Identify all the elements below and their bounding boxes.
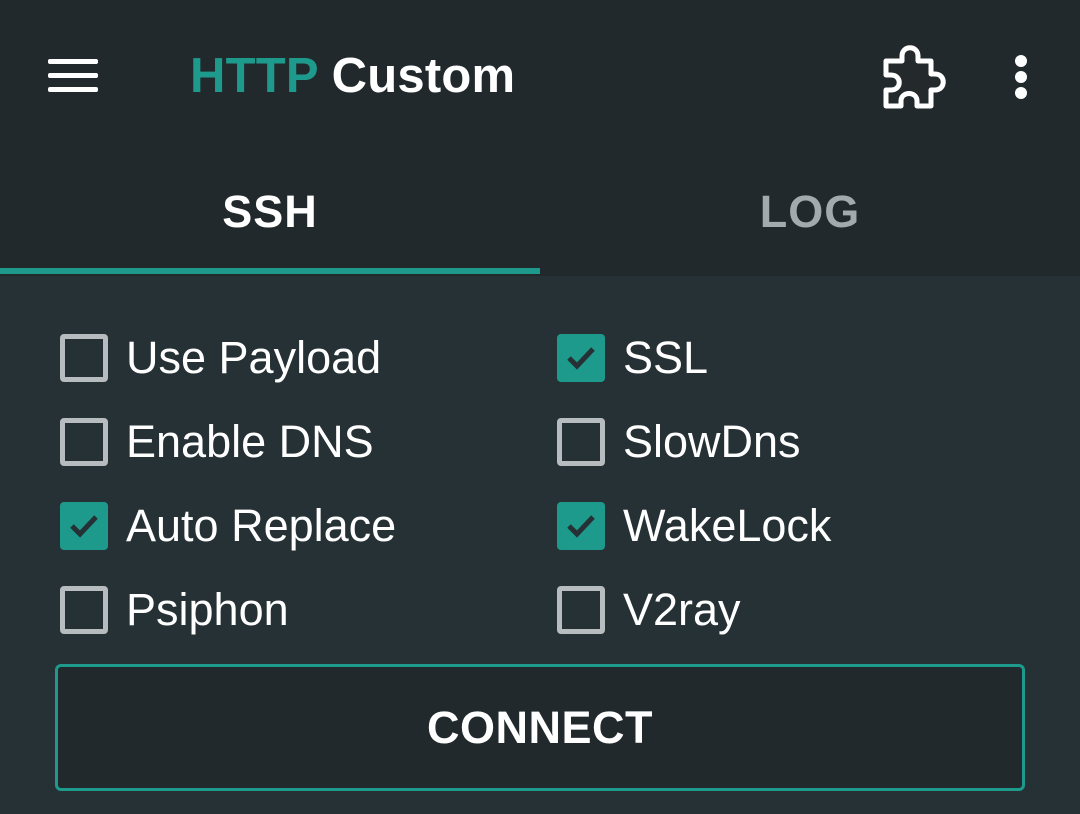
connect-button[interactable]: CONNECT bbox=[55, 664, 1025, 791]
psiphon-checkbox[interactable] bbox=[60, 586, 108, 634]
option-label: V2ray bbox=[623, 584, 741, 635]
option-label: Psiphon bbox=[126, 584, 289, 635]
option-label: Enable DNS bbox=[126, 416, 374, 467]
more-vert-icon-dot bbox=[1015, 71, 1027, 83]
check-icon bbox=[567, 515, 595, 538]
more-vert-icon-dot bbox=[1015, 87, 1027, 99]
tab-ssh[interactable]: SSH bbox=[0, 150, 540, 276]
option-auto-replace[interactable]: Auto Replace bbox=[60, 496, 396, 556]
ssl-checkbox[interactable] bbox=[557, 334, 605, 382]
option-slowdns[interactable]: SlowDns bbox=[557, 412, 801, 472]
hamburger-icon-line bbox=[48, 87, 98, 92]
menu-button[interactable] bbox=[36, 44, 112, 106]
more-vert-icon-dot bbox=[1015, 55, 1027, 67]
option-use-payload[interactable]: Use Payload bbox=[60, 328, 381, 388]
more-options-button[interactable] bbox=[994, 44, 1050, 110]
app-title-rest: Custom bbox=[317, 49, 516, 103]
app-title: HTTP Custom bbox=[190, 45, 515, 107]
check-icon bbox=[70, 515, 98, 538]
slowdns-checkbox[interactable] bbox=[557, 418, 605, 466]
tab-bar: SSH LOG bbox=[0, 150, 1080, 276]
v2ray-checkbox[interactable] bbox=[557, 586, 605, 634]
extensions-button[interactable] bbox=[872, 42, 948, 114]
check-icon bbox=[567, 347, 595, 370]
option-label: Use Payload bbox=[126, 332, 382, 383]
option-label: SlowDns bbox=[623, 416, 801, 467]
hamburger-icon-line bbox=[48, 59, 98, 64]
app-bar: HTTP Custom bbox=[0, 0, 1080, 150]
wakelock-checkbox[interactable] bbox=[557, 502, 605, 550]
option-wakelock[interactable]: WakeLock bbox=[557, 496, 831, 556]
option-label: SSL bbox=[623, 332, 709, 383]
enable-dns-checkbox[interactable] bbox=[60, 418, 108, 466]
option-psiphon[interactable]: Psiphon bbox=[60, 580, 289, 640]
tab-indicator bbox=[0, 268, 540, 274]
option-label: Auto Replace bbox=[126, 500, 397, 551]
auto-replace-checkbox[interactable] bbox=[60, 502, 108, 550]
hamburger-icon-line bbox=[48, 73, 98, 78]
option-enable-dns[interactable]: Enable DNS bbox=[60, 412, 374, 472]
option-ssl[interactable]: SSL bbox=[557, 328, 708, 388]
option-label: WakeLock bbox=[623, 500, 832, 551]
app-title-accent: HTTP bbox=[190, 49, 318, 103]
use-payload-checkbox[interactable] bbox=[60, 334, 108, 382]
option-v2ray[interactable]: V2ray bbox=[557, 580, 741, 640]
puzzle-piece-icon bbox=[883, 45, 946, 109]
tab-log[interactable]: LOG bbox=[540, 150, 1080, 276]
